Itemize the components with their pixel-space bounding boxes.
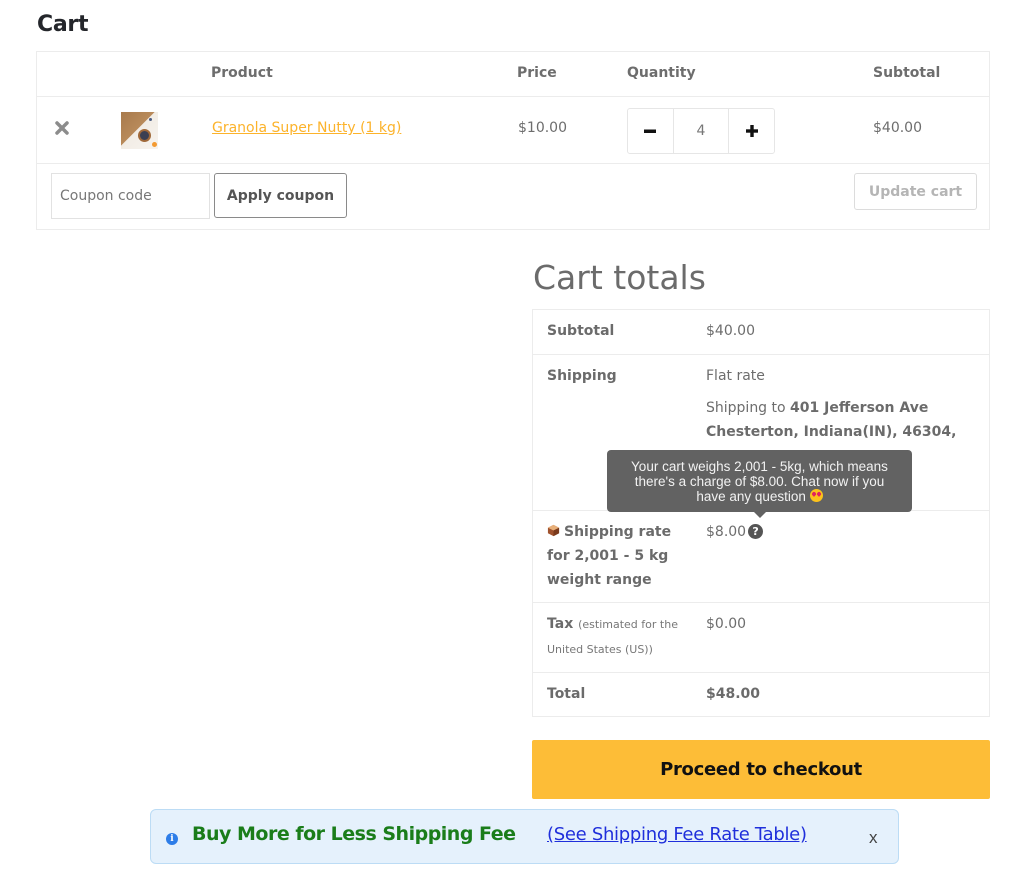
shipping-label: Shipping [547,368,617,384]
decrease-quantity-button[interactable] [628,109,673,153]
shipping-fee-rate-table-link[interactable]: (See Shipping Fee Rate Table) [547,824,807,845]
header-subtotal: Subtotal [873,65,941,81]
product-price: $10.00 [518,120,567,136]
info-icon: i [166,833,178,845]
cart-table: Product Price Quantity Subtotal Granola … [36,51,990,230]
tax-value: $0.00 [706,616,747,632]
shipping-address-line1: 401 Jefferson Ave [790,400,929,416]
product-thumbnail[interactable] [121,112,158,149]
row-subtotal: $40.00 [873,120,922,136]
header-price: Price [517,65,557,81]
cart-table-header: Product Price Quantity Subtotal [37,52,989,97]
tax-label: Tax (estimated for the United States (US… [547,616,678,656]
proceed-to-checkout-button[interactable]: Proceed to checkout [532,740,990,799]
increase-quantity-button[interactable] [729,109,774,153]
apply-coupon-button[interactable]: Apply coupon [214,173,347,218]
shipping-method: Flat rate [706,368,765,384]
totals-row-tax: Tax (estimated for the United States (US… [533,603,989,673]
help-question-icon[interactable]: ? [748,524,764,539]
tax-note: (estimated for the [578,618,678,631]
page-title: Cart [37,12,89,37]
total-value: $48.00 [706,686,761,702]
shipping-destination: Shipping to 401 Jefferson Ave Chesterton… [706,400,957,440]
totals-row-total: Total $48.00 [533,673,989,718]
cart-actions: Apply coupon Update cart [37,164,989,230]
coupon-code-input[interactable] [51,173,210,219]
shipping-rate-value-wrap: $8.00? [706,520,764,544]
shipping-fee-notice: i Buy More for Less Shipping Fee (See Sh… [150,809,899,864]
quantity-stepper: 4 [627,108,775,154]
shipping-rate-value: $8.00 [706,524,747,540]
minus-icon [644,129,657,133]
header-quantity: Quantity [627,65,696,81]
plus-icon [745,125,758,137]
package-box-icon [547,524,560,537]
update-cart-button[interactable]: Update cart [854,173,977,210]
totals-row-shipping-rate: Shipping rate for 2,001 - 5 kg weight ra… [533,511,989,603]
subtotal-value: $40.00 [706,323,755,339]
quantity-input[interactable]: 4 [672,109,730,153]
shipping-rate-tooltip: Your cart weighs 2,001 - 5kg, which mean… [607,450,912,518]
remove-item-icon[interactable] [54,120,70,136]
product-link[interactable]: Granola Super Nutty (1 kg) [212,120,401,136]
shipping-rate-label: Shipping rate for 2,001 - 5 kg weight ra… [547,524,672,588]
notice-text: Buy More for Less Shipping Fee [192,823,516,845]
total-label: Total [547,686,586,702]
table-row: Granola Super Nutty (1 kg) $10.00 4 $40.… [37,97,989,164]
heart-eyes-emoji-icon [809,489,823,502]
shipping-address-line2: Chesterton, Indiana(IN), 46304, [706,424,957,440]
subtotal-label: Subtotal [547,323,615,339]
close-notice-icon[interactable]: x [869,828,878,848]
totals-row-subtotal: Subtotal $40.00 [533,310,989,355]
header-product: Product [211,65,273,81]
cart-totals-title: Cart totals [533,258,706,297]
